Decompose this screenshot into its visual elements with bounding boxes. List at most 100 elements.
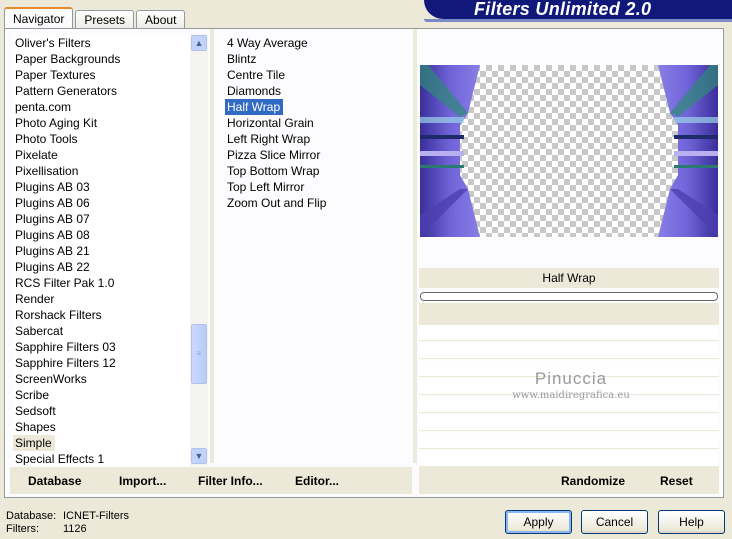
list-item-label: Scribe — [15, 388, 50, 402]
list-item-label: Photo Tools — [15, 132, 78, 146]
list-item[interactable]: Centre Tile — [225, 67, 415, 83]
category-list[interactable]: Oliver's Filters Paper Backgrounds Paper T… — [13, 35, 193, 465]
list-item[interactable]: Blintz — [225, 51, 415, 67]
database-label: Database: — [6, 510, 57, 522]
filters-count: 1126 — [63, 523, 87, 535]
database-info: Database: ICNET-Filters — [6, 510, 129, 522]
tab-about[interactable]: About — [136, 10, 186, 29]
randomize-button[interactable]: Randomize — [561, 474, 625, 488]
list-item[interactable]: Horizontal Grain — [225, 115, 415, 131]
list-item-label: Paper Backgrounds — [15, 52, 121, 66]
list-item-label: Centre Tile — [227, 68, 286, 82]
filter-list[interactable]: 4 Way Average Blintz Centre Tile Diamonds Ha… — [225, 35, 415, 211]
app-title: Filters Unlimited 2.0 — [424, 0, 732, 19]
list-item[interactable]: Paper Backgrounds — [13, 51, 193, 67]
half-wrap-preview-graphic — [420, 65, 718, 237]
list-item-label: Plugins AB 22 — [15, 260, 90, 274]
list-item[interactable]: Plugins AB 08 — [13, 227, 193, 243]
list-item-label: RCS Filter Pak 1.0 — [15, 276, 115, 290]
parameter-row — [419, 325, 719, 341]
list-item[interactable]: Sabercat — [13, 323, 193, 339]
list-item[interactable]: Plugins AB 03 — [13, 179, 193, 195]
preview-divider — [413, 29, 417, 463]
list-item[interactable]: Photo Tools — [13, 131, 193, 147]
list-item[interactable]: Pattern Generators — [13, 83, 193, 99]
list-item[interactable]: Pixellisation — [13, 163, 193, 179]
editor-button[interactable]: Editor... — [295, 474, 339, 488]
list-item[interactable]: 4 Way Average — [225, 35, 415, 51]
list-divider — [210, 29, 214, 463]
tab-presets[interactable]: Presets — [75, 10, 135, 29]
list-item[interactable]: Photo Aging Kit — [13, 115, 193, 131]
reset-button[interactable]: Reset — [660, 474, 693, 488]
filter-info-button[interactable]: Filter Info... — [198, 474, 263, 488]
watermark: Pinuccia www.maidiregrafica.eu — [501, 369, 641, 401]
list-item[interactable]: Plugins AB 07 — [13, 211, 193, 227]
parameter-row — [419, 343, 719, 359]
list-item-label: Plugins AB 06 — [15, 196, 90, 210]
list-item[interactable]: Rorshack Filters — [13, 307, 193, 323]
list-item-label: Plugins AB 21 — [15, 244, 90, 258]
list-item[interactable]: Plugins AB 21 — [13, 243, 193, 259]
list-item[interactable]: RCS Filter Pak 1.0 — [13, 275, 193, 291]
list-item-label: Photo Aging Kit — [15, 116, 98, 130]
import-button[interactable]: Import... — [119, 474, 166, 488]
list-item-label: 4 Way Average — [227, 36, 308, 50]
list-item-label: Pixellisation — [15, 164, 79, 178]
list-item-label: Left Right Wrap — [227, 132, 311, 146]
list-item[interactable]: Half Wrap — [225, 99, 415, 115]
list-item[interactable]: Top Bottom Wrap — [225, 163, 415, 179]
list-item-label: Pizza Slice Mirror — [227, 148, 321, 162]
list-item-label: Plugins AB 08 — [15, 228, 90, 242]
list-item[interactable]: Sapphire Filters 03 — [13, 339, 193, 355]
filter-name-display: Half Wrap — [419, 268, 719, 288]
scroll-thumb[interactable]: ≡ — [191, 324, 207, 384]
list-item[interactable]: Special Effects 1 — [13, 451, 193, 465]
list-item[interactable]: Diamonds — [225, 83, 415, 99]
category-scrollbar[interactable]: ▲ ≡ ▼ — [190, 34, 208, 466]
list-item[interactable]: Sapphire Filters 12 — [13, 355, 193, 371]
list-item[interactable]: Shapes — [13, 419, 193, 435]
list-item-label: Top Left Mirror — [227, 180, 305, 194]
list-item-label: Pixelate — [15, 148, 58, 162]
filters-info: Filters: 1126 — [6, 523, 87, 535]
list-item-label: ScreenWorks — [15, 372, 87, 386]
list-item[interactable]: Left Right Wrap — [225, 131, 415, 147]
list-item-label: Half Wrap — [225, 99, 284, 115]
list-item-label: Shapes — [15, 420, 56, 434]
list-item[interactable]: Pixelate — [13, 147, 193, 163]
list-item[interactable]: Top Left Mirror — [225, 179, 415, 195]
list-item-label: Plugins AB 03 — [15, 180, 90, 194]
list-item-label: Sapphire Filters 03 — [15, 340, 116, 354]
watermark-name: Pinuccia — [534, 369, 608, 388]
list-item-label: Paper Textures — [15, 68, 96, 82]
list-item-label: Horizontal Grain — [227, 116, 314, 130]
database-button[interactable]: Database — [28, 474, 81, 488]
list-item[interactable]: Zoom Out and Flip — [225, 195, 415, 211]
list-item[interactable]: Plugins AB 06 — [13, 195, 193, 211]
list-item[interactable]: Sedsoft — [13, 403, 193, 419]
progress-bar — [420, 292, 718, 301]
list-item-label: Zoom Out and Flip — [227, 196, 327, 210]
tab-navigator[interactable]: Navigator — [4, 7, 74, 29]
list-item-label: Plugins AB 07 — [15, 212, 90, 226]
list-item[interactable]: Simple — [13, 435, 193, 451]
list-item[interactable]: ScreenWorks — [13, 371, 193, 387]
list-item[interactable]: Pizza Slice Mirror — [225, 147, 415, 163]
parameters-header — [419, 303, 719, 325]
list-item-label: Simple — [13, 435, 55, 451]
list-item[interactable]: Render — [13, 291, 193, 307]
cancel-button[interactable]: Cancel — [581, 510, 648, 534]
list-item[interactable]: Oliver's Filters — [13, 35, 193, 51]
list-item[interactable]: penta.com — [13, 99, 193, 115]
apply-button[interactable]: Apply — [505, 510, 572, 534]
help-button[interactable]: Help — [658, 510, 725, 534]
list-item[interactable]: Paper Textures — [13, 67, 193, 83]
parameter-row — [419, 415, 719, 431]
scroll-down-icon[interactable]: ▼ — [191, 448, 207, 464]
list-item[interactable]: Scribe — [13, 387, 193, 403]
list-item[interactable]: Plugins AB 22 — [13, 259, 193, 275]
list-item-label: Rorshack Filters — [15, 308, 102, 322]
parameter-row — [419, 451, 719, 467]
scroll-up-icon[interactable]: ▲ — [191, 35, 207, 51]
